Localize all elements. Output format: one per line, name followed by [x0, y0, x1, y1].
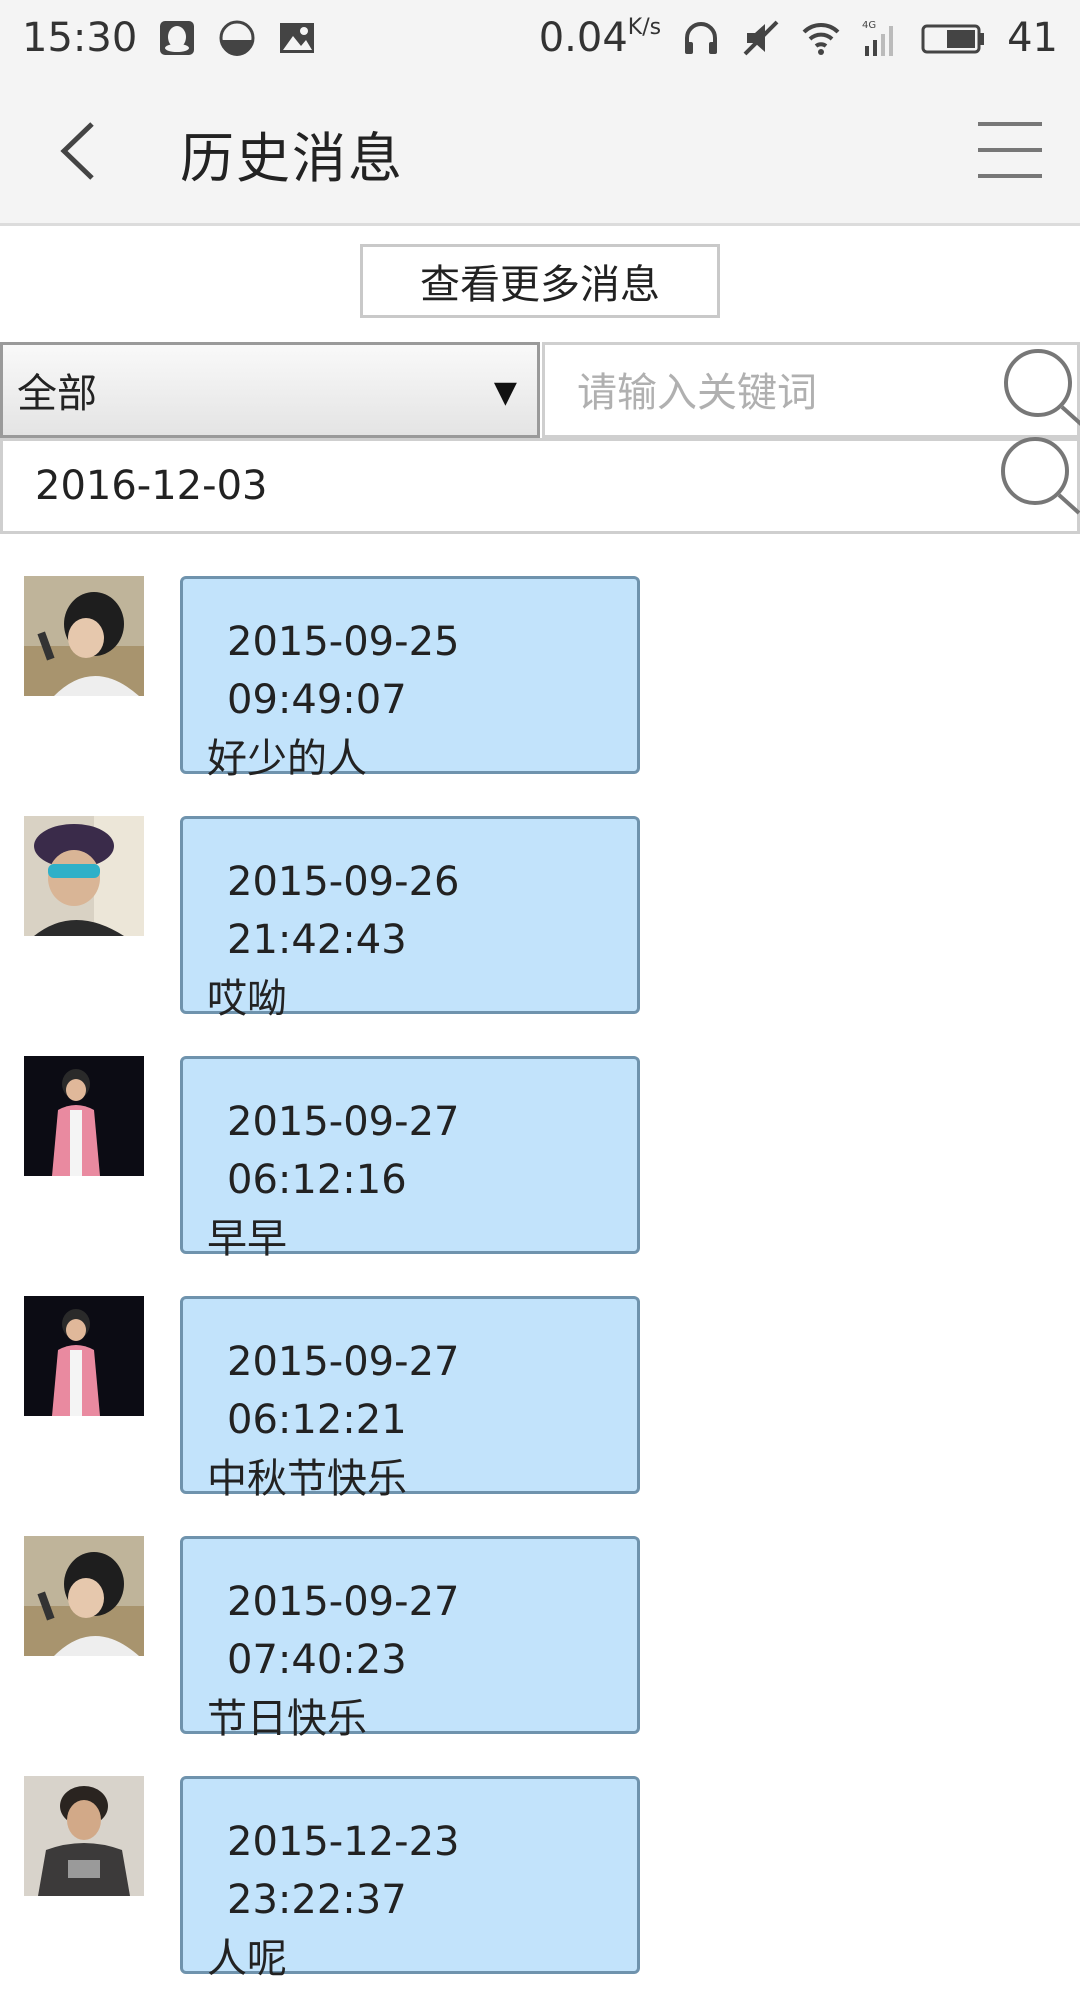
- avatar-2: [24, 816, 144, 936]
- signal-icon: 4G: [861, 18, 901, 58]
- message-time: 2015-09-27 06:12:21: [227, 1339, 460, 1443]
- message-text: 中秋节快乐: [207, 1456, 407, 1502]
- back-button[interactable]: [50, 116, 120, 186]
- message-time: 2015-09-25 09:49:07: [227, 619, 460, 723]
- message-time: 2015-09-27 06:12:16: [227, 1099, 460, 1203]
- avatar[interactable]: [24, 1056, 144, 1176]
- message-text: 早早: [207, 1216, 287, 1262]
- menu-button[interactable]: [978, 120, 1042, 180]
- message-bubble[interactable]: 2015-09-26 21:42:43 哎呦: [180, 816, 640, 1022]
- message-text: 哎呦: [207, 976, 287, 1022]
- keyword-search-box: [542, 342, 1080, 438]
- message-text: 人呢: [207, 1936, 287, 1982]
- keyword-input[interactable]: [575, 365, 975, 421]
- battery-icon: [921, 18, 987, 58]
- battery-level: 41: [1007, 15, 1058, 61]
- date-field[interactable]: 2016-12-03: [0, 437, 1080, 534]
- message-time: 2015-12-23 23:22:37: [227, 1819, 460, 1923]
- net-speed: 0.04K/s: [539, 15, 661, 61]
- message-item: 2015-09-27 07:40:23 节日快乐: [0, 1536, 1080, 1742]
- category-select[interactable]: 全部 ▼: [0, 342, 540, 438]
- net-speed-unit: K/s: [627, 15, 662, 40]
- category-selected-value: 全部: [17, 371, 97, 417]
- menu-icon-bar: [978, 148, 1042, 152]
- net-speed-value: 0.04: [538, 15, 628, 61]
- avatar-3: [24, 1056, 144, 1176]
- status-bar: 15:30 0.04K/s 4G 41: [0, 0, 1080, 76]
- headphones-icon: [681, 18, 721, 58]
- avatar[interactable]: [24, 1296, 144, 1416]
- avatar[interactable]: [24, 1536, 144, 1656]
- message-bubble[interactable]: 2015-12-23 23:22:37 人呢: [180, 1776, 640, 1982]
- back-chevron-icon: [60, 122, 94, 180]
- avatar-4: [24, 1776, 144, 1896]
- message-text: 节日快乐: [207, 1696, 367, 1742]
- half-circle-icon: [217, 18, 257, 58]
- page-title: 历史消息: [180, 127, 404, 190]
- wifi-icon: [801, 18, 841, 58]
- view-more-messages-button[interactable]: 查看更多消息: [360, 244, 720, 318]
- menu-icon: [978, 122, 1042, 126]
- message-bubble[interactable]: 2015-09-27 07:40:23 节日快乐: [180, 1536, 640, 1742]
- message-item: 2015-09-27 06:12:21 中秋节快乐: [0, 1296, 1080, 1502]
- date-search-icon[interactable]: [997, 433, 1080, 523]
- status-time: 15:30: [22, 15, 138, 61]
- message-item: 2015-12-23 23:22:37 人呢: [0, 1776, 1080, 1982]
- avatar-3: [24, 1296, 144, 1416]
- avatar-1: [24, 1536, 144, 1656]
- message-time: 2015-09-26 21:42:43: [227, 859, 460, 963]
- menu-icon-bar: [978, 174, 1042, 178]
- message-item: 2015-09-26 21:42:43 哎呦: [0, 816, 1080, 1022]
- message-bubble[interactable]: 2015-09-27 06:12:16 早早: [180, 1056, 640, 1262]
- message-time: 2015-09-27 07:40:23: [227, 1579, 460, 1683]
- date-value: 2016-12-03: [35, 463, 268, 509]
- message-bubble[interactable]: 2015-09-27 06:12:21 中秋节快乐: [180, 1296, 640, 1502]
- dropdown-arrow-icon: ▼: [493, 375, 517, 410]
- message-text: 好少的人: [207, 736, 367, 782]
- search-icon[interactable]: [1000, 345, 1080, 435]
- mute-icon: [741, 18, 781, 58]
- avatar[interactable]: [24, 1776, 144, 1896]
- avatar-1: [24, 576, 144, 696]
- avatar[interactable]: [24, 576, 144, 696]
- message-bubble[interactable]: 2015-09-25 09:49:07 好少的人: [180, 576, 640, 782]
- network-type-label: 4G: [862, 20, 876, 31]
- image-icon: [277, 18, 317, 58]
- message-item: 2015-09-25 09:49:07 好少的人: [0, 576, 1080, 782]
- avatar[interactable]: [24, 816, 144, 936]
- header: 历史消息: [0, 76, 1080, 226]
- qq-icon: [157, 18, 197, 58]
- message-item: 2015-09-27 06:12:16 早早: [0, 1056, 1080, 1262]
